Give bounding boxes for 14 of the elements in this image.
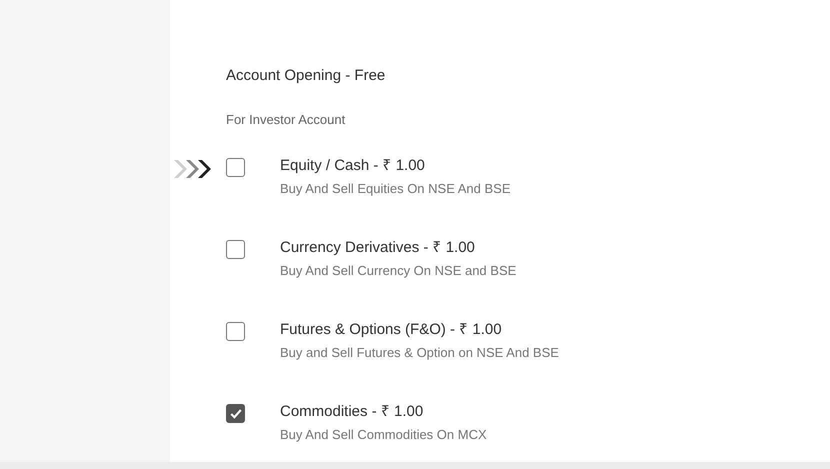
segment-title: Currency Derivatives - ₹ 1.00 — [280, 238, 476, 258]
segment-title: Commodities - ₹ 1.00 — [280, 402, 424, 422]
checkbox[interactable] — [226, 322, 245, 341]
segment-title: Futures & Options (F&O) - ₹ 1.00 — [280, 320, 503, 340]
segment-description: Buy And Sell Equities On NSE And BSE — [280, 180, 511, 198]
section-subheading: For Investor Account — [226, 111, 346, 129]
section-heading: Account Opening - Free — [226, 66, 386, 86]
segment-description: Buy And Sell Currency On NSE and BSE — [280, 262, 516, 280]
segment-title: Equity / Cash - ₹ 1.00 — [280, 156, 426, 176]
checkbox[interactable] — [226, 240, 245, 259]
checkbox[interactable] — [226, 404, 245, 423]
segment-description: Buy and Sell Futures & Option on NSE And BSE — [280, 344, 559, 362]
segment-description: Buy And Sell Commodities On MCX — [280, 426, 487, 444]
checkbox[interactable] — [226, 158, 245, 177]
